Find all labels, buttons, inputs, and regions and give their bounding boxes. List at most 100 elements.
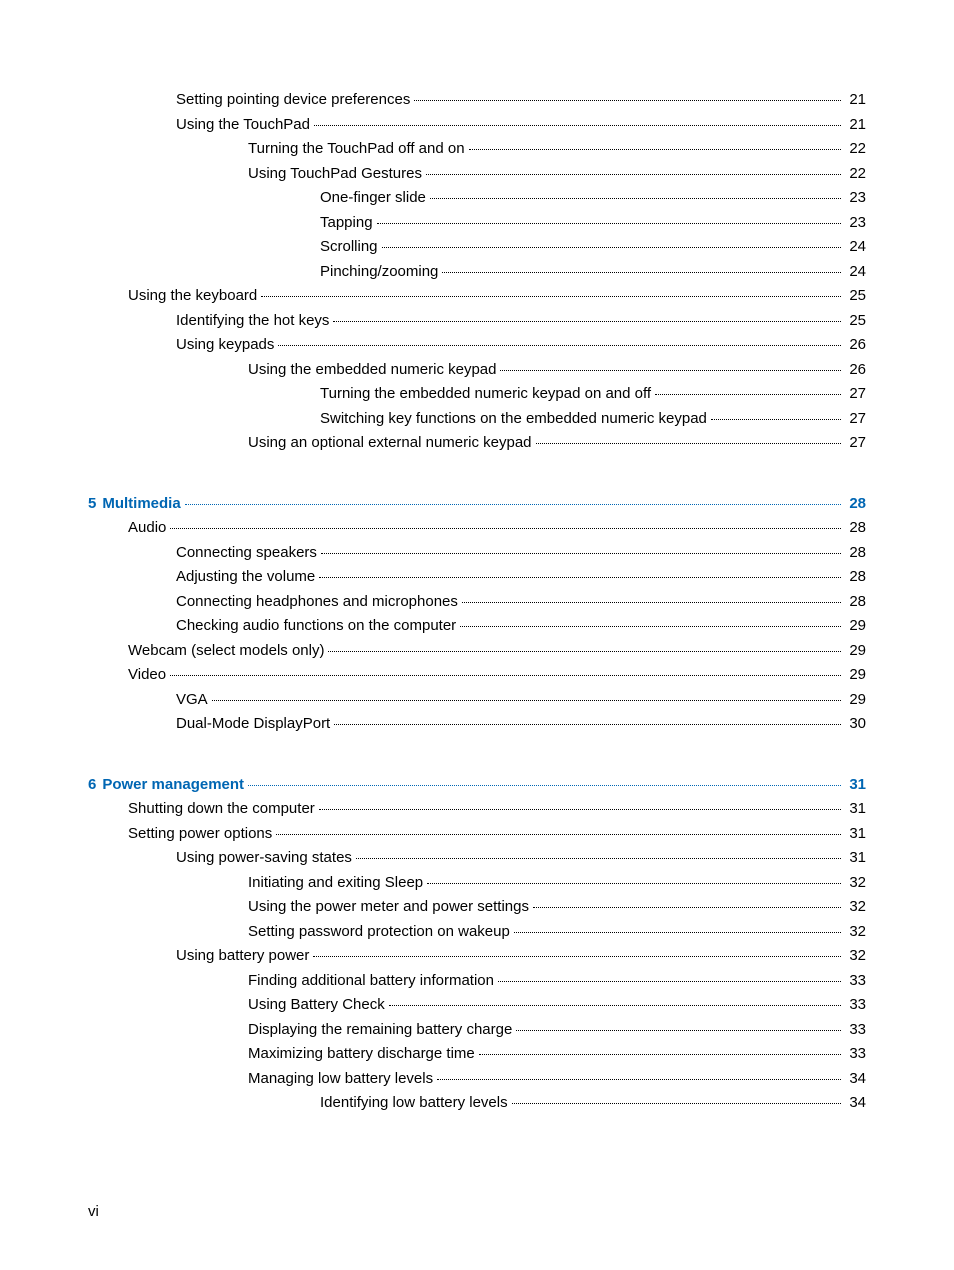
toc-leader-dots <box>469 148 842 150</box>
toc-entry[interactable]: Shutting down the computer31 <box>88 801 866 816</box>
toc-entry-page: 23 <box>845 190 866 205</box>
toc-entry[interactable]: Audio28 <box>88 520 866 535</box>
toc-entry-title: One-finger slide <box>320 190 426 205</box>
toc-entry-page: 21 <box>845 117 866 132</box>
toc-entry-title: Using power-saving states <box>176 850 352 865</box>
toc-entry-page: 32 <box>845 899 866 914</box>
toc-entry-title: Connecting headphones and microphones <box>176 594 458 609</box>
toc-leader-dots <box>711 418 841 420</box>
toc-entry-page: 24 <box>845 264 866 279</box>
toc-leader-dots <box>479 1053 842 1055</box>
toc-entry-title: Initiating and exiting Sleep <box>248 875 423 890</box>
toc-entry-page: 31 <box>845 850 866 865</box>
toc-entry[interactable]: VGA29 <box>88 692 866 707</box>
toc-chapter-entry[interactable]: 6 Power management31 <box>88 777 866 792</box>
toc-leader-dots <box>389 1004 842 1006</box>
toc-entry-page: 33 <box>845 1022 866 1037</box>
toc-entry[interactable]: Setting pointing device preferences21 <box>88 92 866 107</box>
toc-entry[interactable]: Webcam (select models only)29 <box>88 643 866 658</box>
toc-entry-page: 34 <box>845 1095 866 1110</box>
toc-entry[interactable]: Dual-Mode DisplayPort30 <box>88 716 866 731</box>
toc-entry-title: Connecting speakers <box>176 545 317 560</box>
toc-entry-page: 32 <box>845 875 866 890</box>
toc-entry[interactable]: Turning the TouchPad off and on22 <box>88 141 866 156</box>
toc-entry-page: 33 <box>845 973 866 988</box>
toc-leader-dots <box>512 1102 842 1104</box>
toc-leader-dots <box>533 906 841 908</box>
toc-leader-dots <box>356 857 841 859</box>
toc-chapter-entry[interactable]: 5 Multimedia28 <box>88 496 866 511</box>
toc-leader-dots <box>460 625 841 627</box>
toc-entry-page: 25 <box>845 313 866 328</box>
toc-entry[interactable]: Using the keyboard25 <box>88 288 866 303</box>
toc-entry[interactable]: Setting power options31 <box>88 826 866 841</box>
toc-entry-page: 32 <box>845 948 866 963</box>
toc-entry[interactable]: Connecting headphones and microphones 28 <box>88 594 866 609</box>
toc-entry[interactable]: Using the power meter and power settings… <box>88 899 866 914</box>
toc-entry-title: VGA <box>176 692 208 707</box>
toc-leader-dots <box>261 295 841 297</box>
toc-entry[interactable]: Finding additional battery information 33 <box>88 973 866 988</box>
toc-entry-page: 30 <box>845 716 866 731</box>
toc-entry[interactable]: Identifying low battery levels 34 <box>88 1095 866 1110</box>
toc-leader-dots <box>536 442 842 444</box>
toc-entry[interactable]: Initiating and exiting Sleep 32 <box>88 875 866 890</box>
toc-entry-title: Finding additional battery information <box>248 973 494 988</box>
toc-entry-title: Managing low battery levels <box>248 1071 433 1086</box>
toc-entry[interactable]: Using keypads26 <box>88 337 866 352</box>
toc-entry-page: 22 <box>845 166 866 181</box>
toc-entry-page: 29 <box>845 667 866 682</box>
toc-entry[interactable]: Checking audio functions on the computer… <box>88 618 866 633</box>
toc-entry-title: Identifying low battery levels <box>320 1095 508 1110</box>
toc-leader-dots <box>442 271 841 273</box>
toc-entry-page: 28 <box>845 520 866 535</box>
toc-entry[interactable]: Video29 <box>88 667 866 682</box>
toc-entry[interactable]: Identifying the hot keys25 <box>88 313 866 328</box>
toc-entry-page: 27 <box>845 435 866 450</box>
toc-entry-title: Scrolling <box>320 239 378 254</box>
toc-entry[interactable]: Using the embedded numeric keypad26 <box>88 362 866 377</box>
toc-entry-title: Using Battery Check <box>248 997 385 1012</box>
toc-entry-page: 29 <box>845 618 866 633</box>
toc-entry[interactable]: Maximizing battery discharge time33 <box>88 1046 866 1061</box>
toc-entry-page: 28 <box>845 496 866 511</box>
toc-entry-title: Using the keyboard <box>128 288 257 303</box>
toc-entry[interactable]: Tapping23 <box>88 215 866 230</box>
toc-entry[interactable]: Managing low battery levels34 <box>88 1071 866 1086</box>
toc-entry[interactable]: Using an optional external numeric keypa… <box>88 435 866 450</box>
toc-entry[interactable]: Switching key functions on the embedded … <box>88 411 866 426</box>
toc-entry[interactable]: Scrolling24 <box>88 239 866 254</box>
toc-entry[interactable]: Using TouchPad Gestures22 <box>88 166 866 181</box>
toc-entry[interactable]: Pinching/zooming24 <box>88 264 866 279</box>
toc-entry[interactable]: Connecting speakers 28 <box>88 545 866 560</box>
toc-entry[interactable]: One-finger slide 23 <box>88 190 866 205</box>
toc-entry[interactable]: Adjusting the volume28 <box>88 569 866 584</box>
toc-entry[interactable]: Using power-saving states 31 <box>88 850 866 865</box>
toc-leader-dots <box>276 833 841 835</box>
toc-entry-page: 26 <box>845 362 866 377</box>
toc-entry[interactable]: Using the TouchPad21 <box>88 117 866 132</box>
toc-entry[interactable]: Displaying the remaining battery charge3… <box>88 1022 866 1037</box>
toc-entry-page: 28 <box>845 594 866 609</box>
toc-entry-page: 28 <box>845 545 866 560</box>
toc-leader-dots <box>248 784 841 786</box>
toc-entry-page: 31 <box>845 777 866 792</box>
toc-leader-dots <box>430 197 841 199</box>
toc-entry[interactable]: Using battery power32 <box>88 948 866 963</box>
toc-entry-page: 33 <box>845 1046 866 1061</box>
toc-leader-dots <box>314 124 841 126</box>
toc-entry[interactable]: Turning the embedded numeric keypad on a… <box>88 386 866 401</box>
toc-entry-title: Switching key functions on the embedded … <box>320 411 707 426</box>
toc-leader-dots <box>414 99 841 101</box>
toc-entry[interactable]: Using Battery Check33 <box>88 997 866 1012</box>
toc-leader-dots <box>427 882 841 884</box>
toc-leader-dots <box>319 808 842 810</box>
toc-entry-title: Webcam (select models only) <box>128 643 324 658</box>
toc-entry-title: Tapping <box>320 215 373 230</box>
toc-entry-page: 27 <box>845 411 866 426</box>
toc-entry-page: 32 <box>845 924 866 939</box>
toc-leader-dots <box>185 503 842 505</box>
table-of-contents: Setting pointing device preferences21 Usi… <box>88 92 866 1110</box>
toc-entry[interactable]: Setting password protection on wakeup32 <box>88 924 866 939</box>
toc-leader-dots <box>516 1029 841 1031</box>
